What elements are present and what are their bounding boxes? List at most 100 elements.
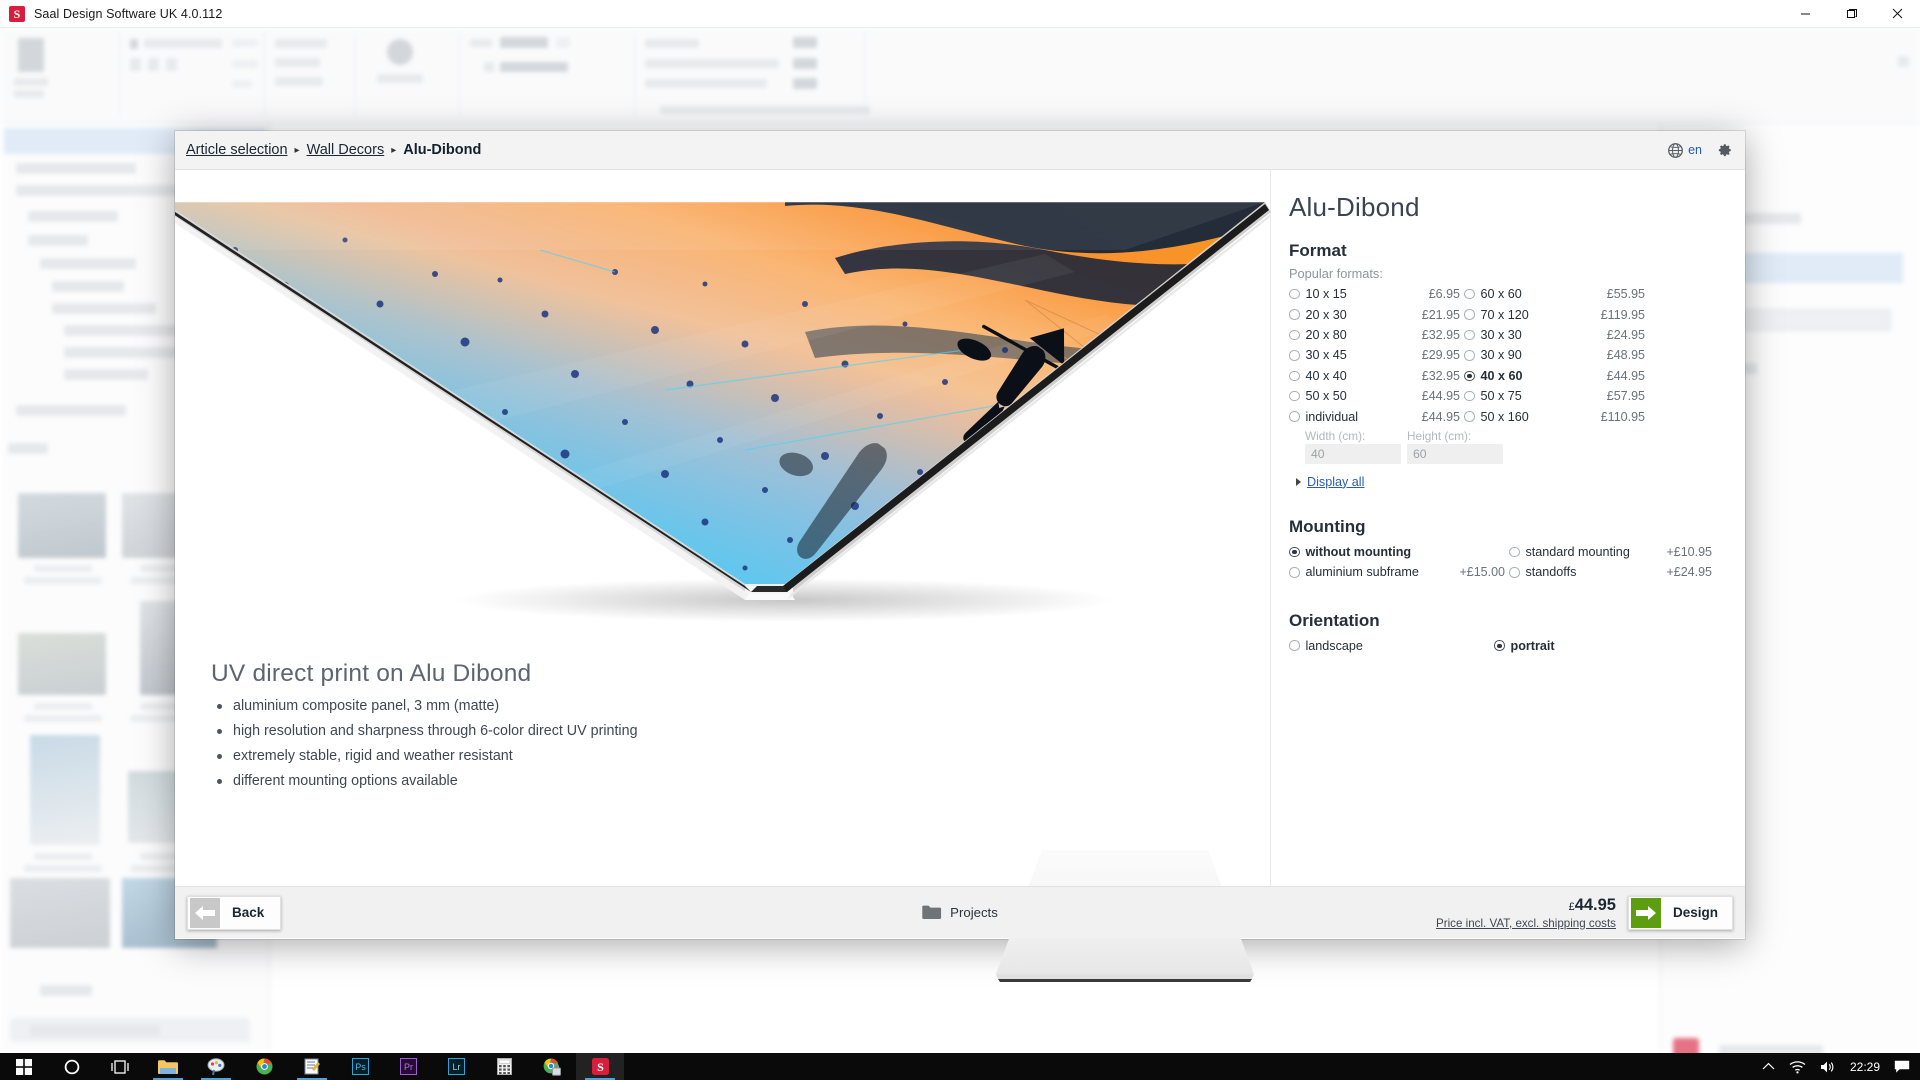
format-option-20x30[interactable]: 20 x 30 [1289, 304, 1402, 324]
mounting-option-standoffs[interactable]: standoffs [1509, 562, 1644, 582]
mounting-option-standard-mounting[interactable]: standard mounting [1509, 542, 1644, 562]
format-option-50x160[interactable]: 50 x 160 [1464, 406, 1569, 426]
radio-icon[interactable] [1509, 546, 1520, 558]
radio-icon[interactable] [1289, 329, 1300, 341]
minimize-button[interactable] [1782, 0, 1828, 28]
format-option-50x50[interactable]: 50 x 50 [1289, 386, 1402, 406]
svg-text:Pr: Pr [404, 1062, 413, 1072]
breadcrumb-wall-decors[interactable]: Wall Decors [307, 142, 385, 158]
notepad-icon[interactable] [288, 1053, 336, 1080]
photoshop-icon[interactable]: Ps [336, 1053, 384, 1080]
mounting-options-grid: without mounting standard mounting +£10.… [1289, 542, 1720, 583]
alu-dibond-plate-render [175, 170, 1271, 634]
start-icon[interactable] [0, 1053, 48, 1080]
paint3d-icon[interactable] [192, 1053, 240, 1080]
maximize-button[interactable] [1828, 0, 1874, 28]
description-bullet: extremely stable, rigid and weather resi… [211, 747, 871, 766]
projects-button[interactable]: Projects [922, 905, 998, 920]
format-label: 70 x 120 [1480, 307, 1529, 322]
wifi-icon[interactable] [1789, 1060, 1806, 1074]
format-price: £44.95 [1606, 368, 1645, 383]
product-title: Alu-Dibond [1289, 192, 1420, 222]
display-all-label: Display all [1307, 474, 1365, 489]
close-button[interactable] [1874, 0, 1920, 28]
window-title: Saal Design Software UK 4.0.112 [34, 6, 223, 21]
design-button[interactable]: Design [1627, 895, 1733, 930]
language-selector[interactable]: en [1667, 142, 1702, 159]
radio-icon[interactable] [1464, 370, 1475, 381]
price-summary: £44.95 Price incl. VAT, excl. shipping c… [1436, 896, 1616, 930]
mounting-option-without-mounting[interactable]: without mounting [1289, 542, 1439, 562]
radio-icon[interactable] [1464, 350, 1475, 361]
radio-icon[interactable] [1289, 567, 1300, 578]
format-price: £24.95 [1606, 327, 1645, 342]
chrome-secure-icon[interactable] [528, 1053, 576, 1080]
radio-icon[interactable] [1289, 640, 1300, 651]
orientation-option-portrait[interactable]: portrait [1494, 636, 1744, 656]
breadcrumb: Article selection ▸ Wall Decors ▸ Alu-Di… [186, 142, 481, 158]
radio-icon[interactable] [1464, 390, 1475, 402]
premiere-icon[interactable]: Pr [384, 1053, 432, 1080]
format-option-20x80[interactable]: 20 x 80 [1289, 325, 1402, 345]
format-option-30x45[interactable]: 30 x 45 [1289, 345, 1402, 365]
format-option-70x120[interactable]: 70 x 120 [1464, 304, 1569, 324]
format-price: £21.95 [1421, 307, 1460, 322]
format-option-10x15[interactable]: 10 x 15 [1289, 284, 1402, 304]
mounting-option-aluminium-subframe[interactable]: aluminium subframe [1289, 562, 1439, 582]
radio-icon[interactable] [1289, 390, 1300, 402]
format-option-50x75[interactable]: 50 x 75 [1464, 386, 1569, 406]
radio-icon[interactable] [1464, 329, 1475, 341]
volume-icon[interactable] [1820, 1060, 1836, 1074]
plate-svg [175, 201, 1271, 622]
format-label: 50 x 50 [1305, 389, 1347, 404]
radio-icon[interactable] [1464, 411, 1475, 422]
radio-icon[interactable] [1494, 640, 1505, 651]
cortana-icon[interactable] [48, 1053, 96, 1080]
file-explorer-icon[interactable] [144, 1053, 192, 1080]
notifications-icon[interactable] [1894, 1060, 1910, 1074]
radio-icon[interactable] [1289, 411, 1300, 422]
chevron-up-icon[interactable] [1762, 1062, 1775, 1071]
breadcrumb-article-selection[interactable]: Article selection [186, 142, 288, 158]
radio-icon[interactable] [1289, 370, 1300, 381]
height-field-group: Height (cm): [1407, 429, 1503, 464]
description-bullet: high resolution and sharpness through 6-… [211, 722, 871, 741]
breadcrumb-separator-icon: ▸ [391, 144, 397, 156]
format-option-40x60[interactable]: 40 x 60 [1464, 366, 1569, 386]
format-option-30x30[interactable]: 30 x 30 [1464, 325, 1569, 345]
taskview-icon[interactable] [96, 1053, 144, 1080]
back-button[interactable]: Back [187, 895, 282, 930]
radio-icon[interactable] [1464, 288, 1475, 300]
mounting-price: +£15.00 [1459, 565, 1505, 580]
radio-icon[interactable] [1289, 309, 1300, 320]
radio-icon[interactable] [1509, 567, 1520, 578]
format-option-30x90[interactable]: 30 x 90 [1464, 345, 1569, 365]
orientation-option-landscape[interactable]: landscape [1289, 636, 1494, 656]
radio-icon[interactable] [1464, 309, 1475, 320]
price-note[interactable]: Price incl. VAT, excl. shipping costs [1436, 917, 1616, 930]
width-field-group: Width (cm): [1305, 429, 1401, 464]
window-titlebar: S Saal Design Software UK 4.0.112 [0, 0, 1920, 28]
radio-icon[interactable] [1289, 288, 1300, 300]
format-label: 60 x 60 [1480, 287, 1522, 302]
taskbar-clock[interactable]: 22:29 [1850, 1060, 1880, 1074]
radio-icon[interactable] [1289, 350, 1300, 361]
lightroom-icon[interactable]: Lr [432, 1053, 480, 1080]
height-input[interactable] [1407, 443, 1503, 464]
arrow-right-icon [1630, 897, 1661, 928]
mounting-label: without mounting [1305, 544, 1412, 559]
width-input[interactable] [1305, 443, 1401, 464]
orientation-options-grid: landscape portrait [1289, 636, 1720, 656]
saal-design-icon[interactable]: S [576, 1053, 624, 1080]
chevron-right-icon [1296, 477, 1301, 486]
format-option-individual[interactable]: individual [1289, 406, 1402, 426]
display-all-toggle[interactable]: Display all [1296, 475, 1720, 489]
calculator-icon[interactable] [480, 1053, 528, 1080]
radio-icon[interactable] [1289, 546, 1300, 558]
format-option-60x60[interactable]: 60 x 60 [1464, 284, 1569, 304]
format-option-40x40[interactable]: 40 x 40 [1289, 366, 1402, 386]
gear-icon[interactable] [1716, 142, 1733, 159]
format-label: 30 x 90 [1480, 348, 1522, 363]
chrome-icon[interactable] [240, 1053, 288, 1080]
description-bullet-list: aluminium composite panel, 3 mm (matte) … [211, 697, 871, 790]
